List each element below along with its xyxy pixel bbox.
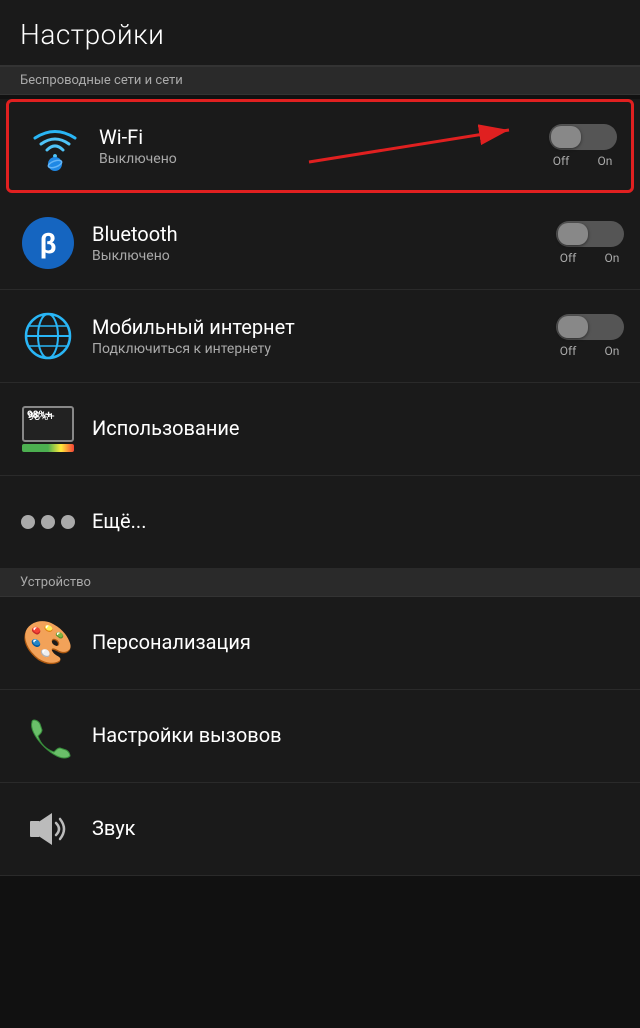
mobile-toggle-switch[interactable] (556, 314, 624, 340)
sound-row[interactable]: Звук (0, 783, 640, 876)
wifi-text: Wi-Fi Выключено (99, 125, 541, 167)
bluetooth-subtitle: Выключено (92, 248, 548, 264)
personalization-row[interactable]: 🎨 Персонализация (0, 597, 640, 690)
wifi-toggle-knob (551, 126, 581, 148)
sound-text: Звук (92, 816, 624, 842)
usage-battery-display: 98%+ (22, 406, 74, 442)
wifi-toggle[interactable]: Off On (549, 124, 617, 168)
usage-icon: 98%+ (16, 397, 80, 461)
mobile-subtitle: Подключиться к интернету (92, 341, 548, 357)
settings-list: Wi-Fi Выключено Off On β (0, 99, 640, 569)
mobile-text: Мобильный интернет Подключиться к интерн… (92, 315, 548, 357)
personalization-title: Персонализация (92, 630, 624, 654)
wifi-subtitle: Выключено (99, 151, 541, 167)
phone-icon (16, 704, 80, 768)
wifi-row[interactable]: Wi-Fi Выключено Off On (6, 99, 634, 193)
mobile-title: Мобильный интернет (92, 315, 548, 339)
more-text: Ещё... (92, 509, 624, 535)
mobile-toggle-knob (558, 316, 588, 338)
more-dot-3 (61, 515, 75, 529)
wifi-title: Wi-Fi (99, 125, 541, 149)
more-row[interactable]: Ещё... (0, 476, 640, 569)
device-settings-list: 🎨 Персонализация Настройки вызовов (0, 597, 640, 876)
usage-row[interactable]: 98%+ Использование (0, 383, 640, 476)
mobile-internet-row[interactable]: Мобильный интернет Подключиться к интерн… (0, 290, 640, 383)
header: Настройки (0, 0, 640, 66)
bluetooth-text: Bluetooth Выключено (92, 222, 548, 264)
usage-title: Использование (92, 416, 624, 440)
bluetooth-row[interactable]: β Bluetooth Выключено Off On (0, 197, 640, 290)
wifi-toggle-switch[interactable] (549, 124, 617, 150)
mobile-toggle[interactable]: Off On (556, 314, 624, 358)
wifi-toggle-labels: Off On (549, 154, 617, 168)
bluetooth-icon: β (16, 211, 80, 275)
more-dot-2 (41, 515, 55, 529)
wifi-icon (23, 114, 87, 178)
more-dot-1 (21, 515, 35, 529)
bluetooth-toggle-switch[interactable] (556, 221, 624, 247)
personalization-text: Персонализация (92, 630, 624, 656)
usage-text: Использование (92, 416, 624, 442)
bluetooth-toggle-knob (558, 223, 588, 245)
calls-text: Настройки вызовов (92, 723, 624, 749)
more-icon (16, 490, 80, 554)
palette-icon: 🎨 (16, 611, 80, 675)
device-section-header: Устройство (0, 569, 640, 597)
wireless-section-header: Беспроводные сети и сети (0, 66, 640, 95)
usage-bar (22, 444, 74, 452)
bluetooth-toggle-labels: Off On (556, 251, 624, 265)
mobile-icon (16, 304, 80, 368)
sound-title: Звук (92, 816, 624, 840)
more-title: Ещё... (92, 509, 624, 533)
mobile-toggle-labels: Off On (556, 344, 624, 358)
sound-icon (16, 797, 80, 861)
bluetooth-title: Bluetooth (92, 222, 548, 246)
calls-title: Настройки вызовов (92, 723, 624, 747)
page-title: Настройки (20, 18, 620, 51)
calls-row[interactable]: Настройки вызовов (0, 690, 640, 783)
bluetooth-toggle[interactable]: Off On (556, 221, 624, 265)
